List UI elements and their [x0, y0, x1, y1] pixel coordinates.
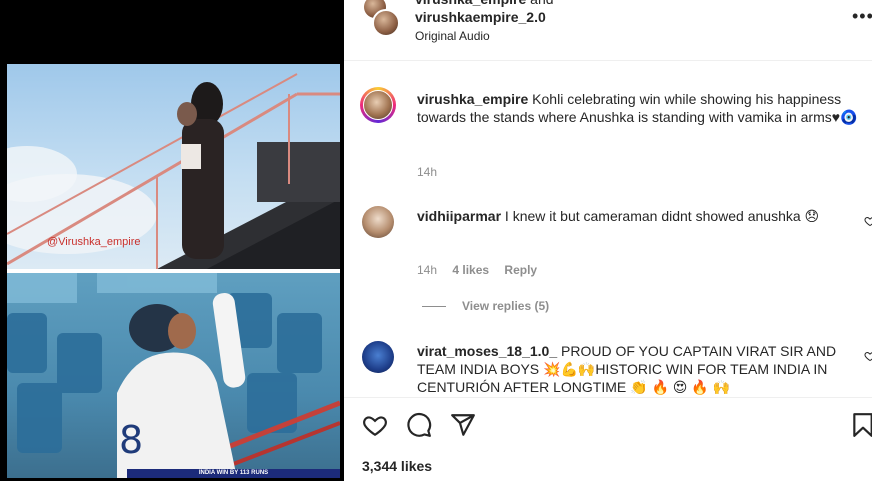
- bookmark-icon[interactable]: [850, 412, 872, 438]
- post-media[interactable]: @Virushka_empire 8 INDIA WIN BY 113 RUNS: [0, 0, 344, 481]
- score-strip: INDIA WIN BY 113 RUNS: [127, 469, 340, 478]
- reply-button[interactable]: Reply: [504, 263, 537, 277]
- video-shot-stands: @Virushka_empire: [7, 64, 340, 269]
- comment-body: I knew it but cameraman didnt showed anu…: [501, 208, 820, 224]
- comment-text: virat_moses_18_1.0_ PROUD OF YOU CAPTAIN…: [417, 342, 872, 396]
- comment-text: vidhiiparmar I knew it but cameraman did…: [417, 207, 872, 225]
- comment-username[interactable]: virat_moses_18_1.0_: [417, 343, 557, 359]
- video-shot-player: 8 INDIA WIN BY 113 RUNS: [7, 273, 340, 478]
- more-options-button[interactable]: •••: [852, 6, 872, 27]
- post-side-panel: virushka_empire and virushkaempire_2.0 O…: [344, 0, 872, 481]
- comment-meta: 14h 4 likes Reply: [417, 263, 549, 277]
- heart-icon[interactable]: [864, 350, 872, 362]
- collab-line: virushka_empire and: [415, 0, 554, 7]
- view-replies-button[interactable]: View replies (5): [422, 299, 549, 313]
- avatar[interactable]: [372, 9, 400, 37]
- avatar[interactable]: [360, 87, 396, 123]
- divider: [422, 306, 446, 308]
- heart-icon[interactable]: [864, 215, 872, 227]
- comment-meta: 14h: [417, 165, 449, 179]
- heart-icon[interactable]: [362, 412, 388, 438]
- collab-conjunction: and: [526, 0, 553, 7]
- comment-time: 14h: [417, 165, 438, 179]
- comment-likes[interactable]: 4 likes: [452, 263, 489, 277]
- author-username[interactable]: virushka_empire: [415, 0, 526, 7]
- player-scene: 8: [7, 273, 340, 478]
- avatar[interactable]: [362, 206, 394, 238]
- caption-text: virushka_empire Kohli celebrating win wh…: [417, 90, 872, 126]
- video-watermark: @Virushka_empire: [47, 236, 141, 248]
- paper-plane-icon[interactable]: [450, 412, 476, 438]
- comment-username[interactable]: vidhiiparmar: [417, 208, 501, 224]
- video-frame[interactable]: @Virushka_empire 8 INDIA WIN BY 113 RUNS: [7, 64, 340, 478]
- svg-text:8: 8: [119, 418, 143, 462]
- post-actions: 3,344 likes: [344, 397, 872, 482]
- author-avatars[interactable]: [362, 0, 402, 40]
- post-header: virushka_empire and virushkaempire_2.0 O…: [344, 0, 872, 61]
- likes-count[interactable]: 3,344 likes: [362, 458, 432, 474]
- view-replies-label: View replies (5): [462, 299, 550, 313]
- comment-time: 14h: [417, 263, 438, 277]
- more-horizontal-icon: •••: [852, 6, 872, 26]
- audio-label[interactable]: Original Audio: [415, 29, 490, 43]
- comment-username[interactable]: virushka_empire: [417, 91, 528, 107]
- avatar[interactable]: [362, 341, 394, 373]
- comments-list[interactable]: virushka_empire Kohli celebrating win wh…: [344, 61, 872, 396]
- collab-username[interactable]: virushkaempire_2.0: [415, 9, 546, 25]
- comment-icon[interactable]: [406, 412, 432, 438]
